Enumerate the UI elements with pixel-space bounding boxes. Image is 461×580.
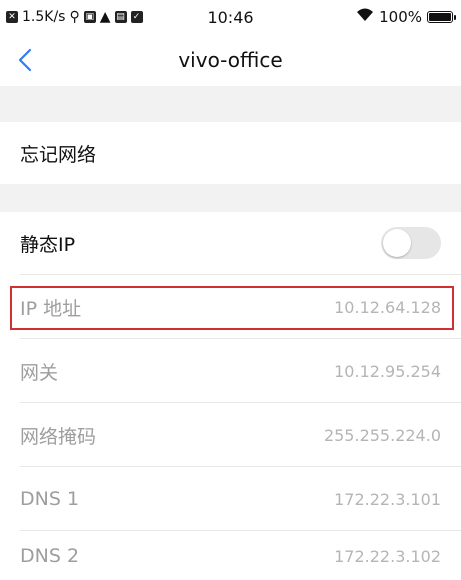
dns2-value: 172.22.3.102 xyxy=(334,546,441,566)
divider xyxy=(20,530,461,531)
status-right: 100% xyxy=(356,8,456,26)
netmask-label: 网络掩码 xyxy=(20,425,97,448)
toggle-knob xyxy=(383,229,411,257)
chevron-left-icon xyxy=(18,48,32,72)
status-bar: ✕ 1.5K/s ⚲ ▣ ▲ ▤ ✓ 10:46 100% xyxy=(0,0,461,34)
back-button[interactable] xyxy=(18,44,48,76)
static-ip-toggle[interactable] xyxy=(381,227,441,259)
battery-percent: 100% xyxy=(379,8,422,26)
wifi-icon xyxy=(356,8,374,26)
gateway-value: 10.12.95.254 xyxy=(334,361,441,381)
dns1-value: 172.22.3.101 xyxy=(334,489,441,509)
log-icon: ▤ xyxy=(114,11,127,23)
dns2-label: DNS 2 xyxy=(20,545,80,567)
gateway-label: 网关 xyxy=(20,361,59,384)
warning-icon: ▲ xyxy=(99,9,111,25)
battery-fill xyxy=(429,13,451,21)
dns1-row: DNS 1 172.22.3.101 xyxy=(0,468,461,530)
nav-bar: vivo-office xyxy=(0,34,461,86)
status-left: ✕ 1.5K/s ⚲ ▣ ▲ ▤ ✓ xyxy=(6,9,143,25)
netmask-value: 255.255.224.0 xyxy=(323,425,441,445)
close-notification-icon: ✕ xyxy=(6,11,18,23)
static-ip-row: 静态IP xyxy=(0,212,461,274)
section-gap xyxy=(0,184,461,212)
network-speed: 1.5K/s xyxy=(22,9,66,25)
divider xyxy=(20,274,461,275)
highlight-box xyxy=(10,286,454,330)
divider xyxy=(20,402,461,403)
battery-icon xyxy=(427,11,456,23)
dns2-row: DNS 2 172.22.3.102 xyxy=(0,532,461,580)
forget-network-row[interactable]: 忘记网络 xyxy=(0,122,461,184)
dns1-label: DNS 1 xyxy=(20,488,80,510)
forget-network-label: 忘记网络 xyxy=(20,143,97,166)
checkbox-icon: ✓ xyxy=(130,11,143,23)
section-gap xyxy=(0,86,461,122)
divider xyxy=(20,338,461,339)
app-notification-icon: ▣ xyxy=(83,11,96,23)
usb-icon: ⚲ xyxy=(69,9,80,25)
static-ip-label: 静态IP xyxy=(20,233,76,256)
divider xyxy=(20,466,461,467)
gateway-row: 网关 10.12.95.254 xyxy=(0,340,461,402)
page-title: vivo-office xyxy=(178,48,283,72)
netmask-row: 网络掩码 255.255.224.0 xyxy=(0,404,461,466)
